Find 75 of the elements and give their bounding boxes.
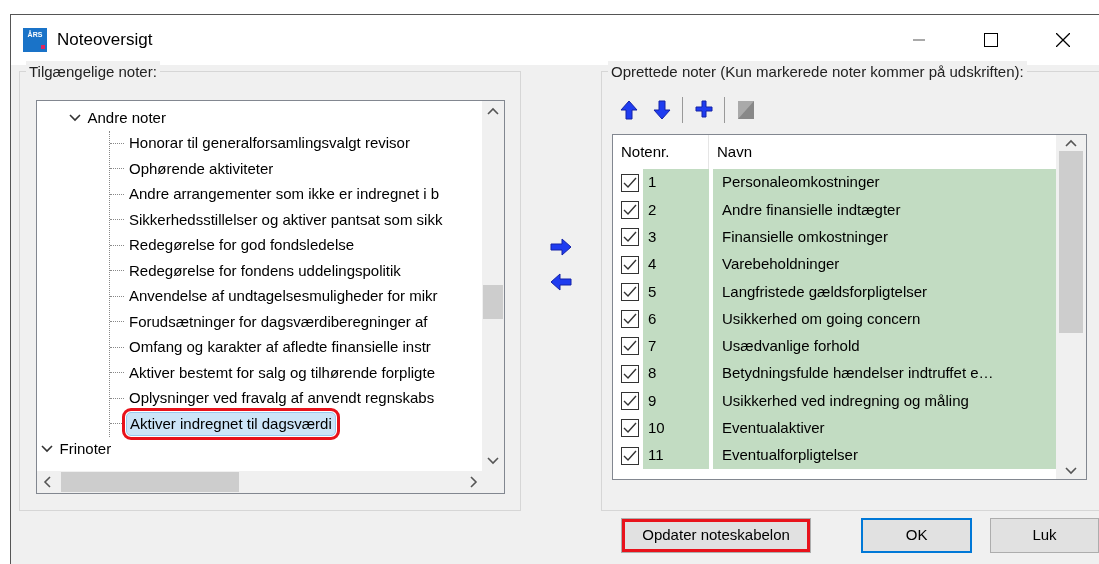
scroll-up-icon[interactable] [487, 107, 499, 115]
dialog-button[interactable]: OK [861, 518, 973, 553]
checkbox[interactable] [621, 173, 639, 192]
checkbox[interactable] [621, 282, 639, 301]
tree-item[interactable]: Andre noter [84, 106, 169, 129]
table-cell-text: Varebeholdninger [722, 254, 840, 275]
table-cell-text: 3 [648, 227, 657, 247]
up-arrow-icon[interactable] [619, 100, 638, 120]
left-arrow-icon[interactable] [550, 273, 572, 291]
dialog-button[interactable]: Luk [990, 518, 1099, 553]
table-cell-text: 7 [648, 336, 657, 357]
column-header[interactable]: Navn [717, 142, 753, 160]
table-cell-text: 2 [648, 199, 657, 220]
table-cell-text: Eventualforpligtelser [722, 445, 858, 466]
scrollbar-thumb[interactable] [61, 472, 239, 492]
table-cell-text: Personaleomkostninger [722, 172, 880, 193]
table-cell-text: 6 [648, 308, 657, 329]
tree-item[interactable]: Aktiver bestemt for salg og tilhørende forpligte [126, 361, 438, 384]
table-cell-text: 1 [648, 172, 657, 193]
right-arrow-icon[interactable] [550, 238, 572, 256]
scroll-left-icon[interactable] [43, 476, 51, 488]
scrollbar-thumb[interactable] [1059, 151, 1083, 333]
close-icon[interactable] [1056, 33, 1070, 47]
maximize-icon[interactable] [984, 33, 998, 47]
tree-item[interactable]: Forudsætninger for dagsværdiberegninger af [126, 310, 431, 333]
checkbox[interactable] [621, 337, 639, 356]
checkbox[interactable] [621, 392, 639, 410]
tree-item[interactable]: Honorar til generalforsamlingsvalgt revisor [126, 132, 413, 155]
checkbox[interactable] [621, 200, 639, 219]
table-cell-text: 4 [648, 254, 657, 275]
scroll-down-icon[interactable] [487, 457, 499, 465]
table-cell-text: 5 [648, 281, 657, 302]
tree-item[interactable]: Anvendelse af undtagelsesmuligheder for mikr [126, 285, 441, 308]
expand-icon[interactable] [41, 445, 53, 454]
checkbox[interactable] [621, 310, 639, 329]
checkbox[interactable] [621, 255, 639, 274]
tree-item[interactable]: Redegørelse for god fondsledelse [126, 234, 358, 257]
window-title: Noteoversigt [57, 29, 153, 52]
table-cell-text: 11 [648, 445, 664, 466]
tree-item[interactable]: Sikkerhedsstillelser og aktiver pantsat som sikk [126, 208, 446, 231]
table-cell-text: Usikkerhed om going concern [722, 308, 921, 329]
tree-item[interactable]: Redegørelse for fondens uddelingspolitik [126, 259, 404, 282]
scroll-right-icon[interactable] [470, 476, 478, 488]
tree-item[interactable]: Andre arrangementer som ikke er indregnet i b [126, 183, 443, 206]
table-cell-text: Usædvanlige forhold [722, 336, 860, 357]
table-cell-text: Andre finansielle indtægter [722, 199, 901, 220]
checkbox[interactable] [621, 228, 639, 247]
checkbox[interactable] [621, 419, 639, 438]
checkbox[interactable] [621, 446, 639, 465]
notes-table[interactable] [612, 134, 1087, 480]
vertical-scrollbar[interactable] [482, 101, 504, 471]
table-cell-text: 9 [648, 390, 657, 411]
table-cell-text: Langfristede gældsforpligtelser [722, 281, 928, 302]
vertical-scrollbar[interactable] [1056, 135, 1086, 479]
down-arrow-icon[interactable] [652, 100, 671, 120]
table-cell-text: 10 [648, 418, 665, 439]
table-cell-text: Eventualaktiver [722, 418, 825, 439]
table-cell-text: 8 [648, 363, 657, 384]
tree-item[interactable]: Omfang og karakter af afledte finansielle instr [126, 336, 434, 359]
table-cell-text: Betydningsfulde hændelser indtruffet e… [722, 363, 994, 384]
checkbox[interactable] [621, 364, 639, 383]
table-cell-text: Finansielle omkostninger [722, 227, 888, 247]
tree-item[interactable]: Oplysninger ved fravalg af anvendt regnskabs [126, 387, 438, 410]
tree-item[interactable]: Ophørende aktiviteter [126, 157, 277, 180]
expand-icon[interactable] [69, 113, 81, 122]
dialog-button[interactable]: Opdater noteskabelon [621, 518, 812, 553]
column-header[interactable]: Notenr. [621, 140, 670, 164]
table-cell-text: Usikkerhed ved indregning og måling [722, 390, 969, 411]
scrollbar-thumb[interactable] [483, 285, 503, 319]
scroll-down-icon[interactable] [1065, 467, 1077, 475]
scroll-up-icon[interactable] [1065, 139, 1077, 147]
notes-tree[interactable] [36, 100, 505, 494]
tree-item[interactable]: Frinoter [56, 438, 115, 461]
horizontal-scrollbar[interactable] [37, 471, 504, 493]
plus-icon[interactable] [694, 100, 713, 120]
